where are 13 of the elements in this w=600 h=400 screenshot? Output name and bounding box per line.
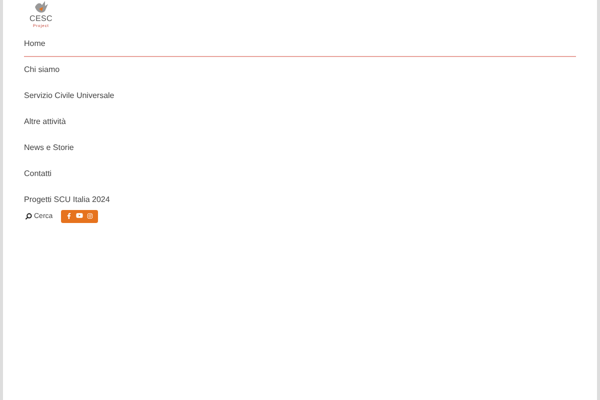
youtube-icon[interactable] [76,212,83,219]
menu-item[interactable]: Home [24,39,576,57]
instagram-icon[interactable] [86,212,93,218]
menu-item[interactable]: Chi siamo [24,65,60,83]
menu-item[interactable]: Servizio Civile Universale [24,91,114,109]
logo-title: CESC [29,15,53,23]
menu-item[interactable]: Altre attività [24,117,66,135]
menu-item[interactable]: Progetti SCU Italia 2024 [24,195,110,213]
search-icon [25,213,32,220]
menu-item[interactable]: News e Storie [24,143,74,161]
facebook-icon[interactable] [66,212,72,218]
menu-item[interactable]: Contatti [24,169,52,187]
bird-icon [33,1,49,15]
